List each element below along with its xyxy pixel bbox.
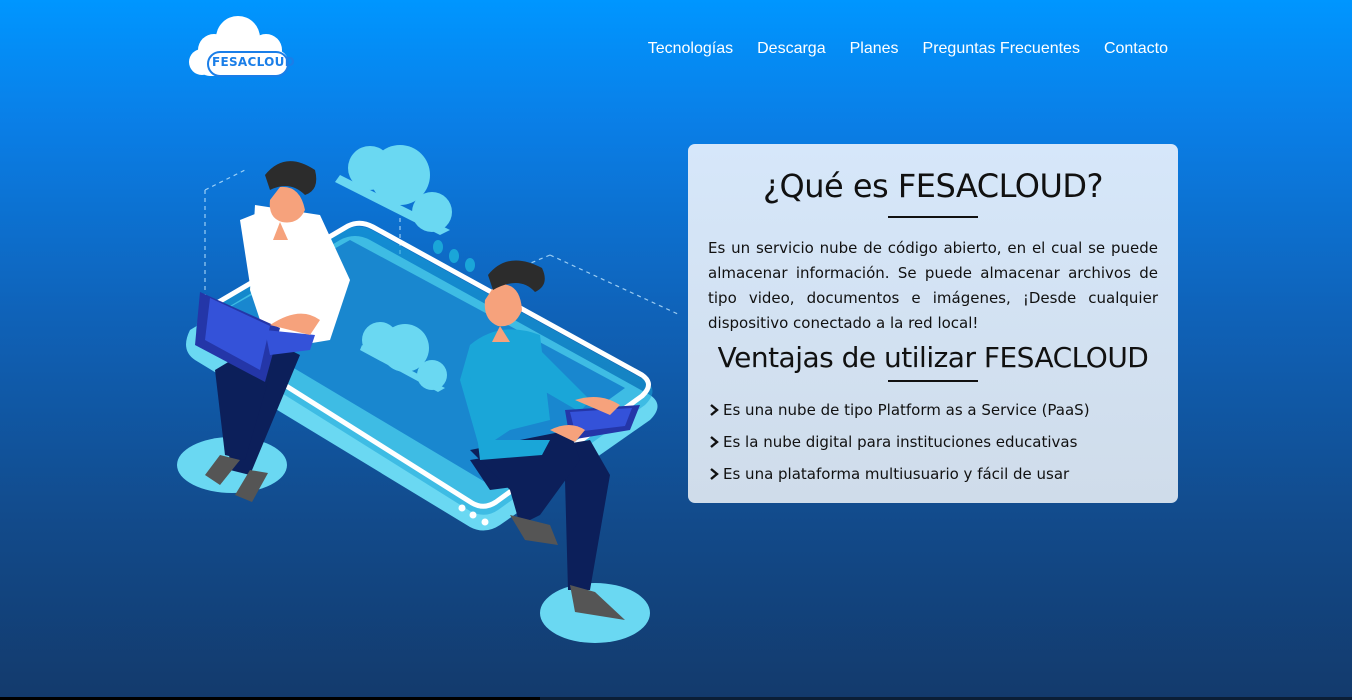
advantage-text: Es una plataforma multiusuario y fácil d… bbox=[723, 465, 1070, 483]
about-title: ¿Qué es FESACLOUD? bbox=[763, 167, 1103, 205]
people-with-devices-illustration bbox=[177, 145, 681, 643]
cloud-logo-icon bbox=[189, 16, 289, 77]
advantage-item: Es una nube de tipo Platform as a Servic… bbox=[708, 394, 1158, 426]
advantage-item: Es una plataforma multiusuario y fácil d… bbox=[708, 458, 1158, 490]
nav-link-tecnologias[interactable]: Tecnologías bbox=[648, 40, 733, 58]
site-logo[interactable] bbox=[180, 12, 292, 82]
advantages-list: Es una nube de tipo Platform as a Servic… bbox=[708, 394, 1158, 490]
nav-link-planes[interactable]: Planes bbox=[850, 40, 899, 58]
about-card: ¿Qué es FESACLOUD? Es un servicio nube d… bbox=[688, 144, 1178, 503]
chevron-right-icon bbox=[710, 468, 719, 480]
hero-illustration bbox=[170, 130, 690, 650]
chevron-right-icon bbox=[710, 436, 719, 448]
advantage-item: Es la nube digital para instituciones ed… bbox=[708, 426, 1158, 458]
main-nav: Tecnologías Descarga Planes Preguntas Fr… bbox=[648, 40, 1168, 58]
title-underline bbox=[888, 216, 978, 218]
advantage-text: Es la nube digital para instituciones ed… bbox=[723, 433, 1078, 451]
nav-link-preguntas-frecuentes[interactable]: Preguntas Frecuentes bbox=[923, 40, 1080, 58]
nav-link-contacto[interactable]: Contacto bbox=[1104, 40, 1168, 58]
chevron-right-icon bbox=[710, 404, 719, 416]
logo-text: FESACLOUD bbox=[212, 55, 295, 69]
advantages-underline bbox=[888, 380, 978, 382]
about-description: Es un servicio nube de código abierto, e… bbox=[708, 239, 1158, 332]
advantage-text: Es una nube de tipo Platform as a Servic… bbox=[723, 401, 1090, 419]
advantages-title: Ventajas de utilizar FESACLOUD bbox=[717, 341, 1149, 374]
nav-link-descarga[interactable]: Descarga bbox=[757, 40, 825, 58]
